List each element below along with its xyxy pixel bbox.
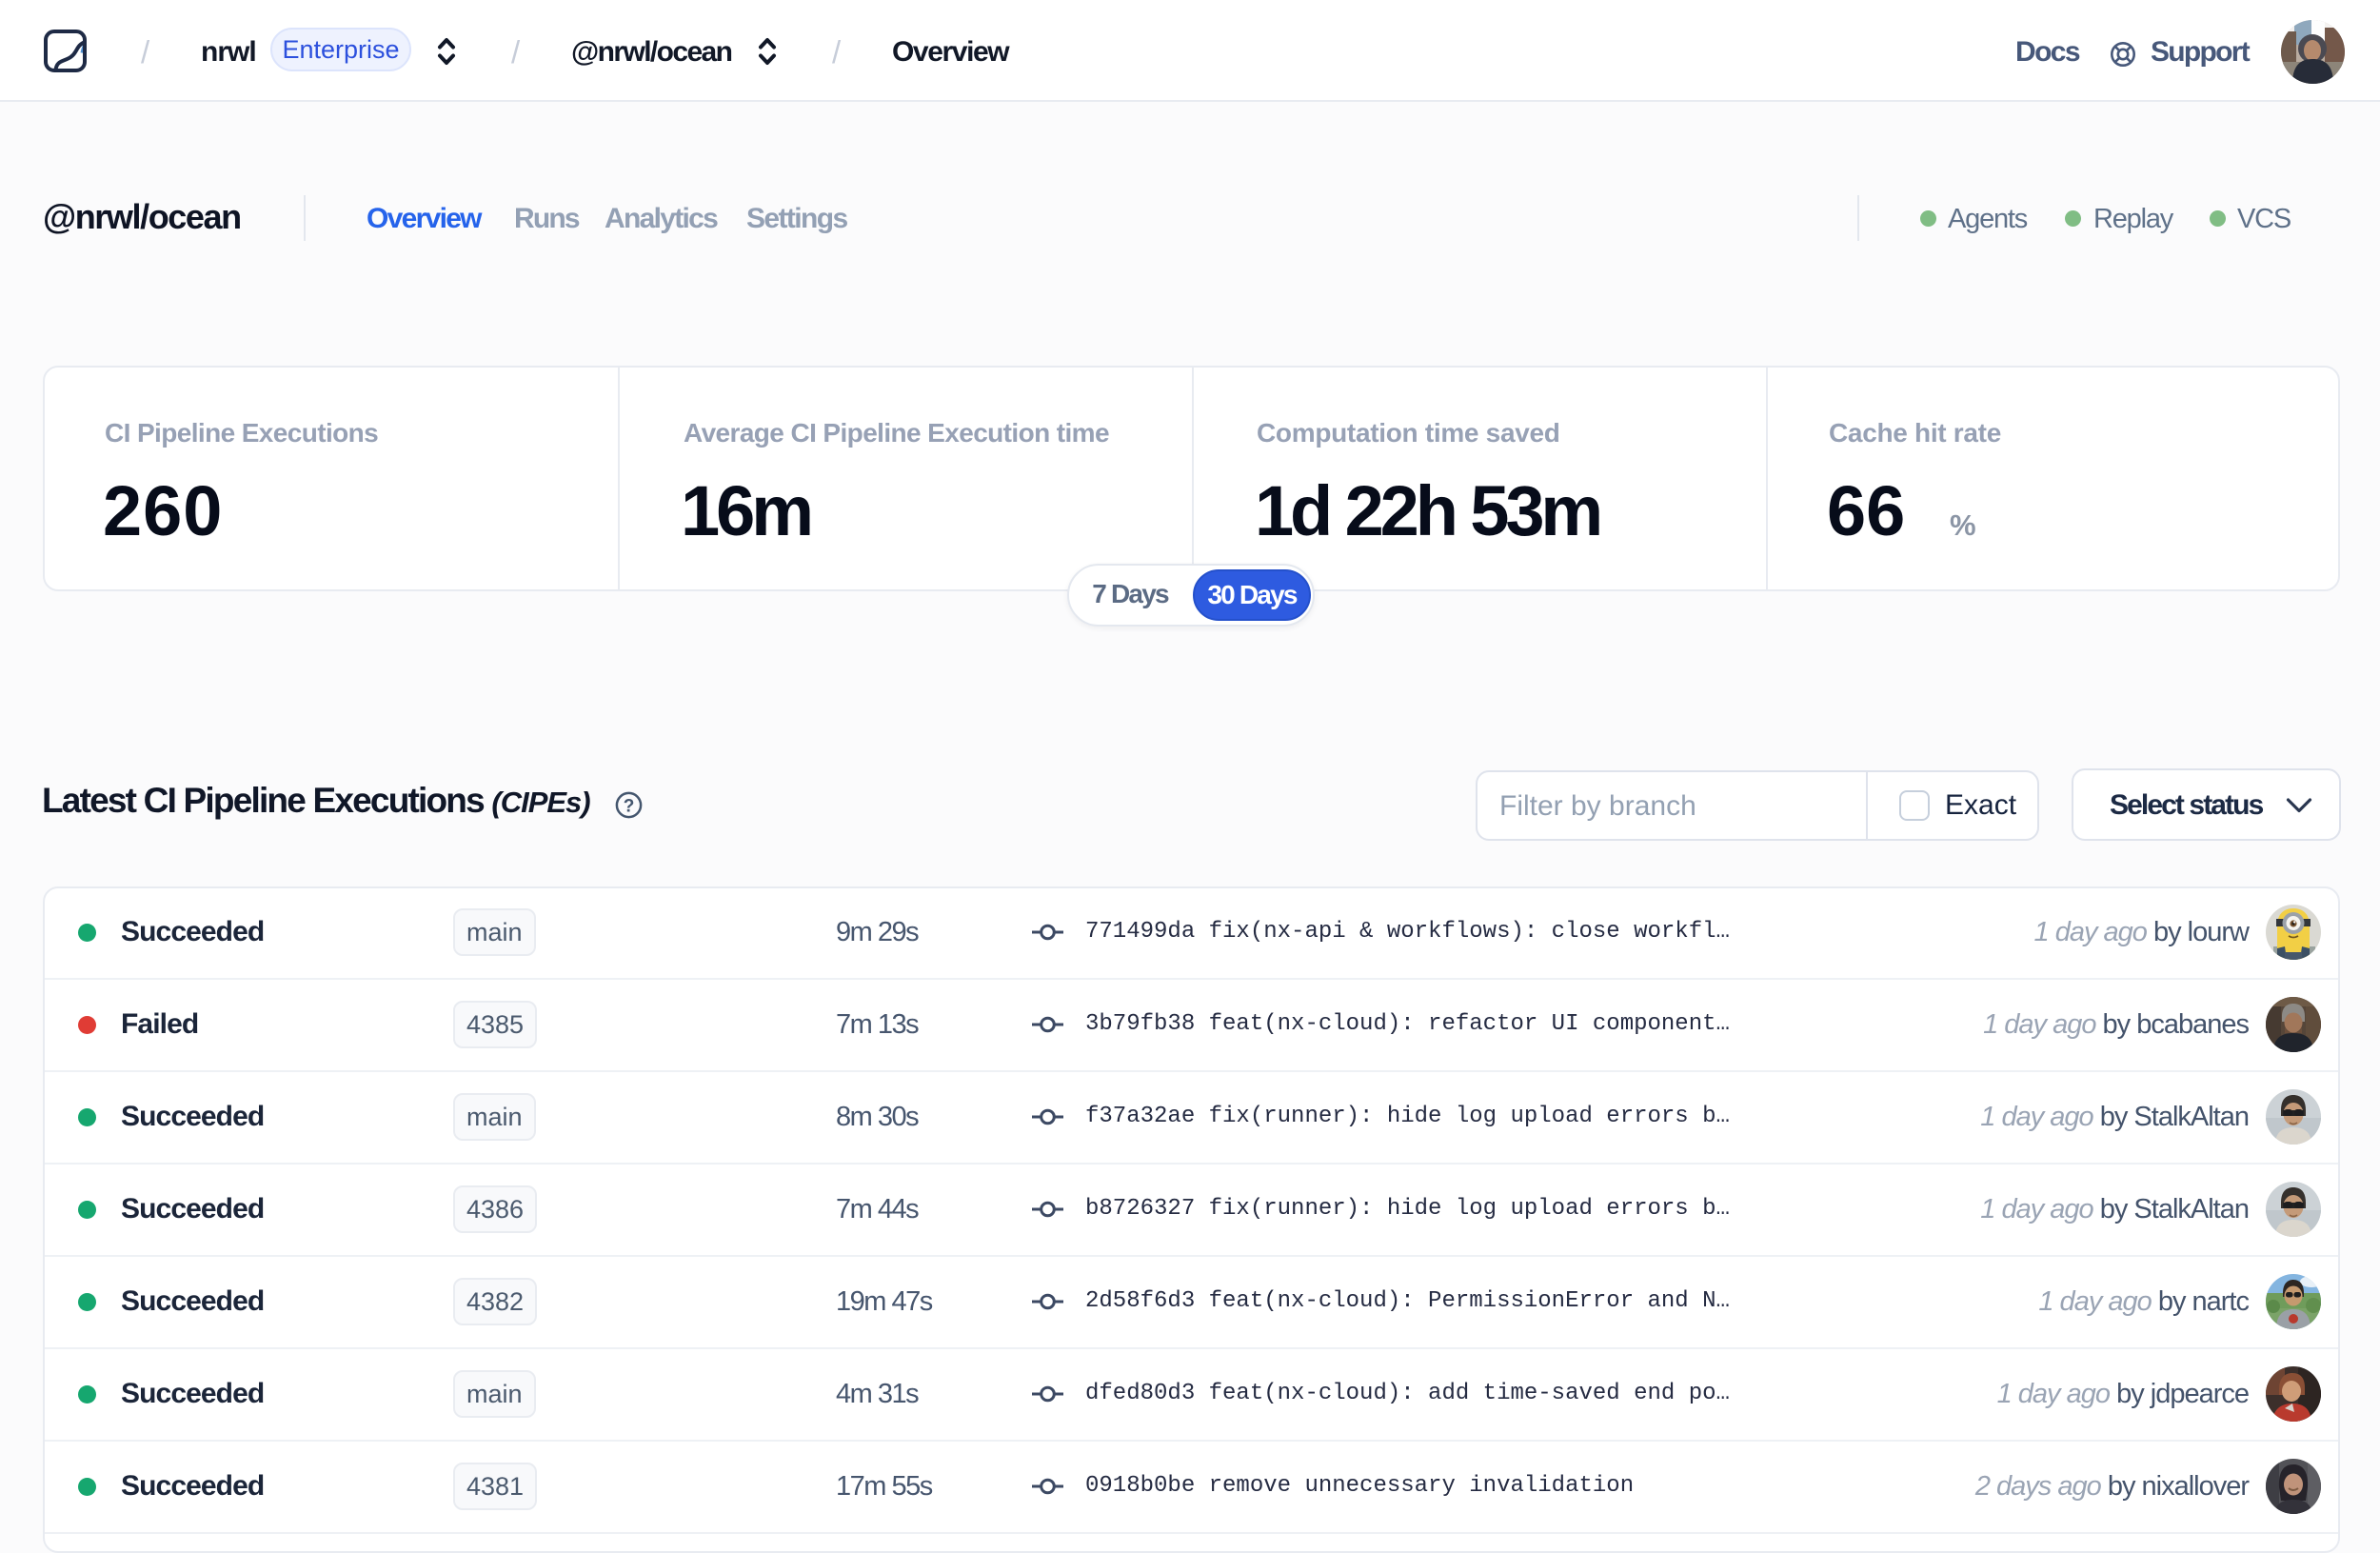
- svg-text:?: ?: [624, 797, 635, 817]
